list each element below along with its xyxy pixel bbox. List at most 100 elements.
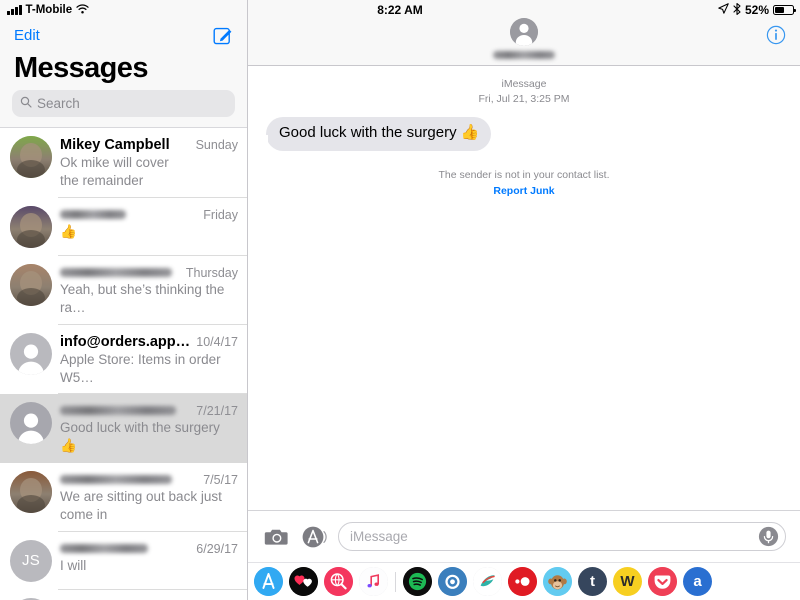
contact-name-redacted [493, 51, 555, 59]
info-icon[interactable] [766, 25, 786, 45]
avatar-initials: JS [21, 552, 41, 570]
conversation-date: Thursday [185, 266, 238, 281]
dock-icon-glyph: W [620, 573, 635, 590]
conversation-name-redacted [60, 268, 172, 278]
conversation-header [248, 0, 800, 66]
edit-button[interactable]: Edit [14, 27, 40, 44]
conversation-list[interactable]: Mikey Campbell Sunday Ok mike will cover th… [0, 127, 247, 600]
dock-icon-mailchimp[interactable] [543, 567, 572, 596]
conversation-row[interactable]: 7/21/17 Good luck with the surgery 👍 [0, 394, 247, 463]
dock-icon-music[interactable] [359, 567, 388, 596]
dock-icon-glyph: t [590, 573, 595, 590]
conversation-preview: Apple Store: Items in order W5… [60, 351, 221, 385]
dock-icon-glyph: a [693, 573, 702, 590]
conversation-preview: Ok mike will cover the remainder [60, 155, 169, 189]
contact-silhouette-icon [510, 18, 538, 46]
app-store-icon[interactable] [301, 524, 327, 550]
avatar: JS [10, 539, 52, 582]
dock-icon-wikipedia-w[interactable]: W [613, 567, 642, 596]
conversation-pane: iMessage Fri, Jul 21, 3:25 PM Good luck … [248, 0, 800, 600]
dock-icon-pocket[interactable] [648, 567, 677, 596]
avatar [10, 136, 52, 179]
message-row: Good luck with the surgery 👍 [248, 107, 800, 151]
dock-icon-health-hearts[interactable] [289, 567, 318, 596]
conversation-row[interactable]: DDanielle6/15/17You're very welcome! I w… [0, 589, 247, 600]
conversation-date: Sunday [195, 138, 238, 153]
conversation-name-redacted [60, 543, 148, 553]
conversation-preview: Yeah, but she’s thinking the ra… [60, 282, 225, 315]
search-placeholder: Search [37, 96, 80, 112]
avatar [10, 470, 52, 513]
split-view: Edit Messages Search Mikey Campbell Sund… [0, 0, 800, 600]
conversation-content: Friday 👍 [60, 206, 238, 241]
junk-notice-text: The sender is not in your contact list. [438, 168, 610, 181]
conversation-name-redacted [60, 406, 176, 416]
message-timestamp: Fri, Jul 21, 3:25 PM [478, 92, 570, 105]
contact-silhouette-icon [18, 413, 44, 445]
search-input[interactable]: Search [12, 90, 235, 118]
camera-icon[interactable] [264, 524, 290, 550]
avatar-photo [10, 136, 52, 179]
conversation-topline: Mikey Campbell Sunday [60, 137, 238, 153]
dock-icon-image-search[interactable] [324, 567, 353, 596]
compose-icon[interactable] [213, 25, 233, 45]
contact-silhouette-icon [18, 344, 44, 375]
dock-icon-swoosh-app[interactable] [473, 567, 502, 596]
conversation-row[interactable]: JS 6/29/17 I will [0, 531, 247, 590]
imessage-app-dock[interactable]: t Wa [248, 562, 800, 600]
avatar [10, 206, 52, 249]
conversation-topline: Thursday [60, 265, 238, 280]
conversation-preview: 👍 [60, 224, 77, 240]
dock-separator [395, 571, 396, 592]
conversation-name: info@orders.apple.... [60, 333, 191, 350]
conversation-name-redacted [60, 474, 172, 484]
conversation-topline: 7/21/17 [60, 403, 238, 418]
dock-icon-amazon[interactable]: a [683, 567, 712, 596]
microphone-icon[interactable] [758, 526, 779, 547]
message-bubble-incoming[interactable]: Good luck with the surgery 👍 [257, 116, 492, 151]
conversation-topline: Friday [60, 207, 238, 222]
avatar [10, 332, 52, 375]
conversation-content: 6/29/17 I will [60, 540, 238, 575]
conversation-preview: I will [60, 557, 87, 573]
conversation-content: info@orders.apple.... 10/4/17 Apple Store:… [60, 333, 238, 387]
conversation-content: Thursday Yeah, but she’s thinking the ra… [60, 264, 238, 317]
sidebar-toolbar: Edit [0, 20, 247, 50]
conversation-row[interactable]: Friday 👍 [0, 198, 247, 257]
avatar-photo [10, 206, 52, 249]
imessage-placeholder: iMessage [350, 529, 408, 544]
conversation-contact[interactable] [248, 18, 800, 59]
conversation-content: Mikey Campbell Sunday Ok mike will cover th… [60, 136, 238, 190]
conversation-name-redacted [60, 210, 126, 220]
conversation-topline: 6/29/17 [60, 541, 238, 556]
report-junk-link[interactable]: Report Junk [493, 185, 554, 197]
conversation-date: 7/5/17 [203, 472, 238, 487]
conversation-name: Mikey Campbell [60, 137, 170, 154]
dock-icon-tumblr[interactable]: t [578, 567, 607, 596]
imessage-input[interactable]: iMessage [338, 522, 786, 551]
conversation-content: 7/21/17 Good luck with the surgery 👍 [60, 402, 238, 455]
conversation-topline: 7/5/17 [60, 472, 238, 487]
conversation-preview: Good luck with the surgery 👍 [60, 420, 220, 454]
conversation-content: 7/5/17 We are sitting out back just come i… [60, 471, 238, 524]
message-service-label: iMessage [501, 78, 547, 90]
conversation-row[interactable]: info@orders.apple.... 10/4/17 Apple Store:… [0, 324, 247, 395]
avatar [10, 264, 52, 307]
conversation-date: 6/29/17 [196, 541, 238, 556]
conversation-preview: We are sitting out back just come in [60, 488, 222, 522]
junk-notice: The sender is not in your contact list. … [248, 167, 800, 200]
dock-icon-blue-camera-app[interactable] [438, 567, 467, 596]
dock-icon-red-dot-app[interactable] [508, 567, 537, 596]
messages-app-window: Edit Messages Search Mikey Campbell Sund… [0, 0, 800, 600]
conversation-row[interactable]: 7/5/17 We are sitting out back just come i… [0, 462, 247, 532]
conversation-row[interactable]: Thursday Yeah, but she’s thinking the ra… [0, 256, 247, 325]
message-thread: iMessage Fri, Jul 21, 3:25 PM Good luck … [248, 66, 800, 510]
avatar [10, 402, 52, 445]
conversation-topline: info@orders.apple.... 10/4/17 [60, 334, 238, 350]
message-input-bar: iMessage [248, 510, 800, 562]
dock-icon-spotify[interactable] [403, 567, 432, 596]
search-icon [20, 95, 32, 113]
sidebar-header: Edit Messages Search [0, 0, 247, 128]
dock-icon-app-store[interactable] [254, 567, 283, 596]
conversation-row[interactable]: Mikey Campbell Sunday Ok mike will cover th… [0, 128, 247, 199]
